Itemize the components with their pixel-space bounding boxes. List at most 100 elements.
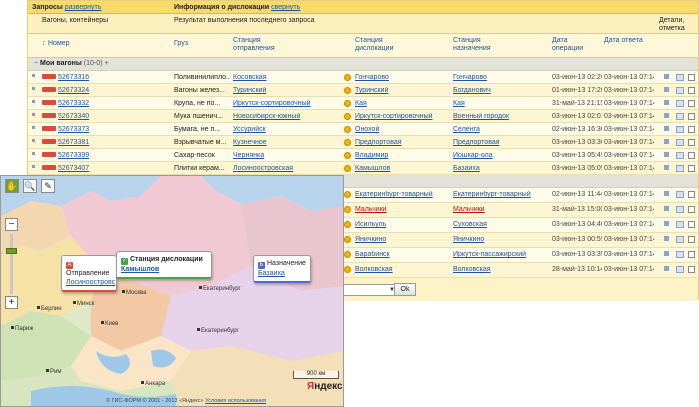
departure-station-link[interactable]: Чернянка [233, 152, 338, 159]
col-operation-date[interactable]: Дата операции [552, 37, 583, 52]
dislocation-station-link[interactable]: Гончарово [355, 74, 450, 81]
departure-station-link[interactable]: Туринский [233, 87, 338, 94]
wagon-number-link[interactable]: 52673340 [58, 113, 98, 120]
destination-station-link[interactable]: Предпортовая [453, 139, 548, 146]
col-answer-date[interactable]: Дата ответа [604, 37, 643, 44]
add-wagon-icon[interactable]: + [104, 60, 108, 67]
table-row[interactable]: 52673407 Плитки керам... Лосиноостровская К… [28, 162, 698, 175]
ok-button[interactable]: Ok [394, 283, 416, 296]
row-checkbox[interactable] [688, 206, 695, 213]
col-dislocation[interactable]: Станция дислокации [355, 37, 394, 52]
destination-station-link[interactable]: Военный городок [453, 113, 548, 120]
details-icon[interactable] [676, 206, 684, 213]
balloon-destination[interactable]: Б Назначение Базаиха [253, 255, 311, 283]
table-row[interactable]: 52673373 Бумага, не п... Уссурийск Онохой Се… [28, 123, 698, 136]
departure-station-link[interactable]: Уссурийск [233, 126, 338, 133]
map-icon[interactable] [664, 139, 669, 144]
col-destination[interactable]: Станция назначения [453, 37, 491, 52]
row-checkbox[interactable] [688, 139, 695, 146]
details-icon[interactable] [676, 236, 684, 243]
wagon-number-link[interactable]: 52673332 [58, 100, 98, 107]
map-icon[interactable] [664, 251, 669, 256]
row-checkbox[interactable] [688, 251, 695, 258]
details-icon[interactable] [676, 221, 684, 228]
details-icon[interactable] [676, 126, 684, 133]
destination-station-link[interactable]: Богданович [453, 87, 548, 94]
details-icon[interactable] [676, 152, 684, 159]
destination-link[interactable]: Базаиха [258, 270, 285, 277]
table-row[interactable]: 52673399 Сахар-песок Чернянка Владимир Йошка… [28, 149, 698, 162]
map-icon[interactable] [664, 236, 669, 241]
action-select[interactable] [338, 284, 398, 296]
departure-link[interactable]: Лосиноостровс [66, 279, 115, 286]
details-icon[interactable] [676, 74, 684, 81]
details-icon[interactable] [676, 87, 684, 94]
row-checkbox[interactable] [688, 152, 695, 159]
destination-station-link[interactable]: Яничкино [453, 236, 548, 243]
row-checkbox[interactable] [688, 100, 695, 107]
table-row[interactable]: 52673316 Поливинилипло... Косовская Гончаро… [28, 71, 698, 84]
map-icon[interactable] [664, 206, 669, 211]
col-cargo[interactable]: Груз [174, 40, 188, 47]
table-row[interactable]: 52673381 Взрывчатые м... Кузнечное Предпорт… [28, 136, 698, 149]
map-icon[interactable] [664, 191, 669, 196]
wagon-number-link[interactable]: 52673381 [58, 139, 98, 146]
wagon-number-link[interactable]: 52673373 [58, 126, 98, 133]
destination-station-link[interactable]: Базаиха [453, 165, 548, 172]
zoom-out-button[interactable]: + [5, 296, 18, 309]
dislocation-station-link[interactable]: Онохой [355, 126, 450, 133]
dislocation-station-link[interactable]: Предпортовая [355, 139, 450, 146]
col-departure[interactable]: Станция отправления [233, 37, 275, 52]
map-widget[interactable]: ✋ 🔍 ✎ − + AОтправление Лосиноостровс ✓ Ст… [0, 175, 344, 407]
table-row[interactable]: 52673332 Крупа, не по... Иркутск-сортирово… [28, 97, 698, 110]
dislocation-station-link[interactable]: Екатеринбург-товарный [355, 191, 450, 198]
wagon-number-link[interactable]: 52673316 [58, 74, 98, 81]
row-checkbox[interactable] [688, 126, 695, 133]
row-checkbox[interactable] [688, 113, 695, 120]
row-checkbox[interactable] [688, 191, 695, 198]
map-icon[interactable] [664, 113, 669, 118]
map-icon[interactable] [664, 74, 669, 79]
departure-station-link[interactable]: Лосиноостровская [233, 165, 338, 172]
wagon-number-link[interactable]: 52673407 [58, 165, 98, 172]
balloon-departure[interactable]: AОтправление Лосиноостровс [61, 255, 117, 292]
dislocation-station-link[interactable]: Владимир [355, 152, 450, 159]
details-icon[interactable] [676, 100, 684, 107]
destination-station-link[interactable]: Йошкар-ола [453, 152, 548, 159]
sort-icon[interactable]: ↕ [42, 40, 46, 48]
dislocation-station-link[interactable]: Кая [355, 100, 450, 107]
ruler-tool[interactable]: ✎ [41, 179, 55, 193]
dislocation-station-link[interactable]: Камышлов [355, 165, 450, 172]
destination-station-link[interactable]: Гончарово [453, 74, 548, 81]
row-checkbox[interactable] [688, 266, 695, 273]
col-number[interactable]: Номер [48, 40, 70, 47]
dislocation-station-link[interactable]: Исильуль [355, 221, 450, 228]
details-icon[interactable] [676, 251, 684, 258]
row-checkbox[interactable] [688, 87, 695, 94]
destination-station-link[interactable]: Селенга [453, 126, 548, 133]
row-checkbox[interactable] [688, 221, 695, 228]
row-checkbox[interactable] [688, 74, 695, 81]
map-icon[interactable] [664, 266, 669, 271]
table-row[interactable]: 52673324 Вагоны желез... Туринский Турински… [28, 84, 698, 97]
terms-link[interactable]: Условия использования [205, 398, 266, 404]
map-icon[interactable] [664, 221, 669, 226]
details-icon[interactable] [676, 113, 684, 120]
row-checkbox[interactable] [688, 236, 695, 243]
wagon-number-link[interactable]: 52673399 [58, 152, 98, 159]
departure-station-link[interactable]: Кузнечное [233, 139, 338, 146]
destination-station-link[interactable]: Кая [453, 100, 548, 107]
table-row[interactable]: 52673340 Мука пшенич... Новосибирск-южный И… [28, 110, 698, 123]
details-icon[interactable] [676, 266, 684, 273]
departure-station-link[interactable]: Иркутск-сортировочный [233, 100, 338, 107]
dislocation-station-link[interactable]: Барабинск [355, 251, 450, 258]
destination-station-link[interactable]: Волковская [453, 266, 548, 273]
details-icon[interactable] [676, 139, 684, 146]
map-icon[interactable] [664, 126, 669, 131]
group-my-wagons[interactable]: − Мои вагоны (10-0) + [28, 58, 698, 71]
destination-station-link[interactable]: Иркутск-пассажирский [453, 251, 548, 258]
hand-tool[interactable]: ✋ [5, 179, 19, 193]
details-icon[interactable] [676, 191, 684, 198]
departure-station-link[interactable]: Косовская [233, 74, 338, 81]
zoom-track[interactable] [10, 234, 13, 294]
